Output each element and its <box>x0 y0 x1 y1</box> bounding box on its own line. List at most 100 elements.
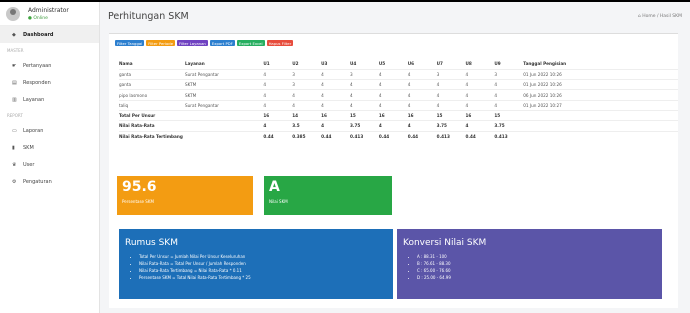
toolbar-button-export-pdf[interactable]: Export PDF <box>209 40 235 46</box>
table-cell: 4 <box>465 68 495 80</box>
persentase-tile: 95.6 Persentase SKM <box>117 176 253 215</box>
summary-row: Nilai Rata-Rata 4 3.5 4 3.75 4 4 3.75 4 3.75 <box>119 120 678 132</box>
column-header: U5 <box>378 61 386 67</box>
table-cell: 4 <box>321 68 350 80</box>
toolbar-button-filter-periode[interactable]: Filter Periode <box>146 40 176 46</box>
summary-cell: 0.385 <box>292 130 322 142</box>
toolbar-button-hapus-filter[interactable]: Hapus Filter <box>266 40 294 46</box>
table-cell: 01 Jun 2022 10:26 <box>523 79 678 90</box>
summary-label: Total Per Unsur <box>119 109 264 121</box>
table-cell: 3 <box>350 68 379 80</box>
table-cell: 4 <box>378 99 408 111</box>
toolbar-button-filter-tanggal[interactable]: Filter Tanggal <box>115 40 145 46</box>
skm-table: Nama Layanan U1 U2 U3 U4 U5 U6 U7 U8 U9 Tanggal Pen… <box>119 59 678 142</box>
table-cell: 4 <box>321 89 350 101</box>
rumus-box: Rumus SKM Total Per Unsur = Jumlah Nilai… <box>119 229 393 299</box>
user-icon: ♛ <box>12 161 17 168</box>
table-cell: 4 <box>378 68 408 80</box>
sidebar-item-user[interactable]: ♛ User <box>0 156 99 173</box>
sidebar-item-skm[interactable]: ▮ SKM <box>0 139 99 156</box>
summary-label: Nilai Rata-Rata <box>119 120 264 132</box>
sidebar-item-label: Responden <box>23 79 51 86</box>
summary-cell: 4 <box>321 120 350 132</box>
table-cell: 4 <box>494 79 524 90</box>
summary-cell: 0.413 <box>494 130 524 142</box>
sidebar-item-responden[interactable]: ▤ Responden <box>0 74 99 91</box>
summary-cell: 4 <box>407 120 437 132</box>
toolbar-button-export-excel[interactable]: Export Excel <box>236 40 265 46</box>
content-header: Perhitungan SKM ⌂ Home / Hasil SKM <box>100 2 690 31</box>
table-row: ganta Surat Pengantar 4 3 4 3 4 4 3 4 3 01 Jun 2022… <box>119 68 678 80</box>
table-cell: 06 Jun 2022 10:26 <box>523 89 678 101</box>
table-cell: 4 <box>292 89 322 101</box>
summary-cell: 0.44 <box>407 130 437 142</box>
breadcrumb-text: Home / Hasil SKM <box>642 14 682 19</box>
summary-cell: 3.75 <box>436 120 466 132</box>
sidebar-item-dashboard[interactable]: ◆ Dashboard <box>0 26 99 43</box>
responden-icon: ▤ <box>12 79 17 86</box>
table-cell: 01 Jun 2022 10:27 <box>523 99 678 111</box>
summary-cell: 16 <box>465 109 495 121</box>
table-cell: 4 <box>494 99 524 111</box>
rumus-item: Nilai Rata-Rata = Total Per Unsur / Juml… <box>139 260 387 267</box>
table-cell: 4 <box>321 99 350 111</box>
table-cell: 4 <box>465 89 495 101</box>
table-cell: 4 <box>292 99 322 111</box>
table-header-row: Nama Layanan U1 U2 U3 U4 U5 U6 U7 U8 U9 Tanggal Pen… <box>119 59 678 69</box>
summary-cell: 3.75 <box>494 120 524 132</box>
konversi-item: C : 65.00 - 76.60 <box>417 267 656 274</box>
summary-cell: 0.44 <box>465 130 495 142</box>
summary-empty-cell <box>523 109 678 121</box>
table-cell: 4 <box>263 79 293 90</box>
table-cell: 4 <box>436 79 466 90</box>
table-cell: 4 <box>407 68 437 80</box>
summary-cell: 0.44 <box>378 130 408 142</box>
sidebar-item-label: Dashboard <box>23 31 54 38</box>
toolbar: Filter Tanggal Filter Periode Filter Layan… <box>115 40 294 46</box>
table-cell: 3 <box>292 79 322 90</box>
konversi-item: D : 25.00 - 64.99 <box>417 274 656 281</box>
breadcrumb[interactable]: ⌂ Home / Hasil SKM <box>638 14 682 19</box>
konversi-item: B : 76.61 - 88.30 <box>417 260 656 267</box>
sidebar-item-layanan[interactable]: ▥ Layanan <box>0 91 99 108</box>
sidebar-nav: ◆ Dashboard MASTER ☛ Pertanyaan ▤ Responden ▥ La… <box>0 26 99 190</box>
summary-cell: 16 <box>321 109 350 121</box>
konversi-box: Konversi Nilai SKM A : 88.31 - 100B : 76… <box>397 229 662 299</box>
summary-cell: 4 <box>263 120 293 132</box>
table-cell: 4 <box>350 79 379 90</box>
sidebar-item-pengaturan[interactable]: ⚙ Pengaturan <box>0 173 99 190</box>
summary-cell: 0.44 <box>321 130 350 142</box>
column-header: Nama <box>119 61 133 67</box>
table-cell: 4 <box>436 89 466 101</box>
summary-cell: 0.413 <box>436 130 466 142</box>
sidebar: Administrator Online ◆ Dashboard MASTER ☛ Pe… <box>0 2 100 313</box>
konversi-title: Konversi Nilai SKM <box>403 238 487 248</box>
sidebar-item-laporan[interactable]: ▭ Laporan <box>0 122 99 139</box>
summary-empty-cell <box>523 130 678 142</box>
table-cell: 4 <box>407 99 437 111</box>
user-panel: Administrator Online <box>0 2 99 26</box>
user-status: Online <box>28 16 69 21</box>
page-title: Perhitungan SKM <box>108 11 189 22</box>
table-cell: 4 <box>378 79 408 90</box>
sidebar-item-label: User <box>23 161 35 168</box>
summary-row: Total Per Unsur 16 14 16 15 16 16 15 16 15 <box>119 109 678 121</box>
column-header: U8 <box>465 61 472 67</box>
summary-cell: 15 <box>494 109 524 121</box>
summary-cell: 3.5 <box>292 120 322 132</box>
summary-cell: 16 <box>378 109 408 121</box>
summary-cell: 14 <box>292 109 322 121</box>
table-cell: 4 <box>465 99 495 111</box>
rumus-item: Total Per Unsur = Jumlah Nilai Per Unsur… <box>139 253 387 260</box>
column-header: U4 <box>350 61 357 67</box>
sidebar-item-pertanyaan[interactable]: ☛ Pertanyaan <box>0 57 99 74</box>
question-icon: ☛ <box>12 62 17 69</box>
skm-card: Filter Tanggal Filter Periode Filter Layan… <box>109 33 678 308</box>
persentase-value: 95.6 <box>122 179 157 195</box>
column-header: U1 <box>263 61 270 67</box>
dashboard-icon: ◆ <box>12 31 16 38</box>
table-cell: 4 <box>407 89 437 101</box>
summary-cell: 3.75 <box>350 120 379 132</box>
table-cell: taliq <box>119 99 185 111</box>
toolbar-button-filter-layanan[interactable]: Filter Layanan <box>177 40 208 46</box>
